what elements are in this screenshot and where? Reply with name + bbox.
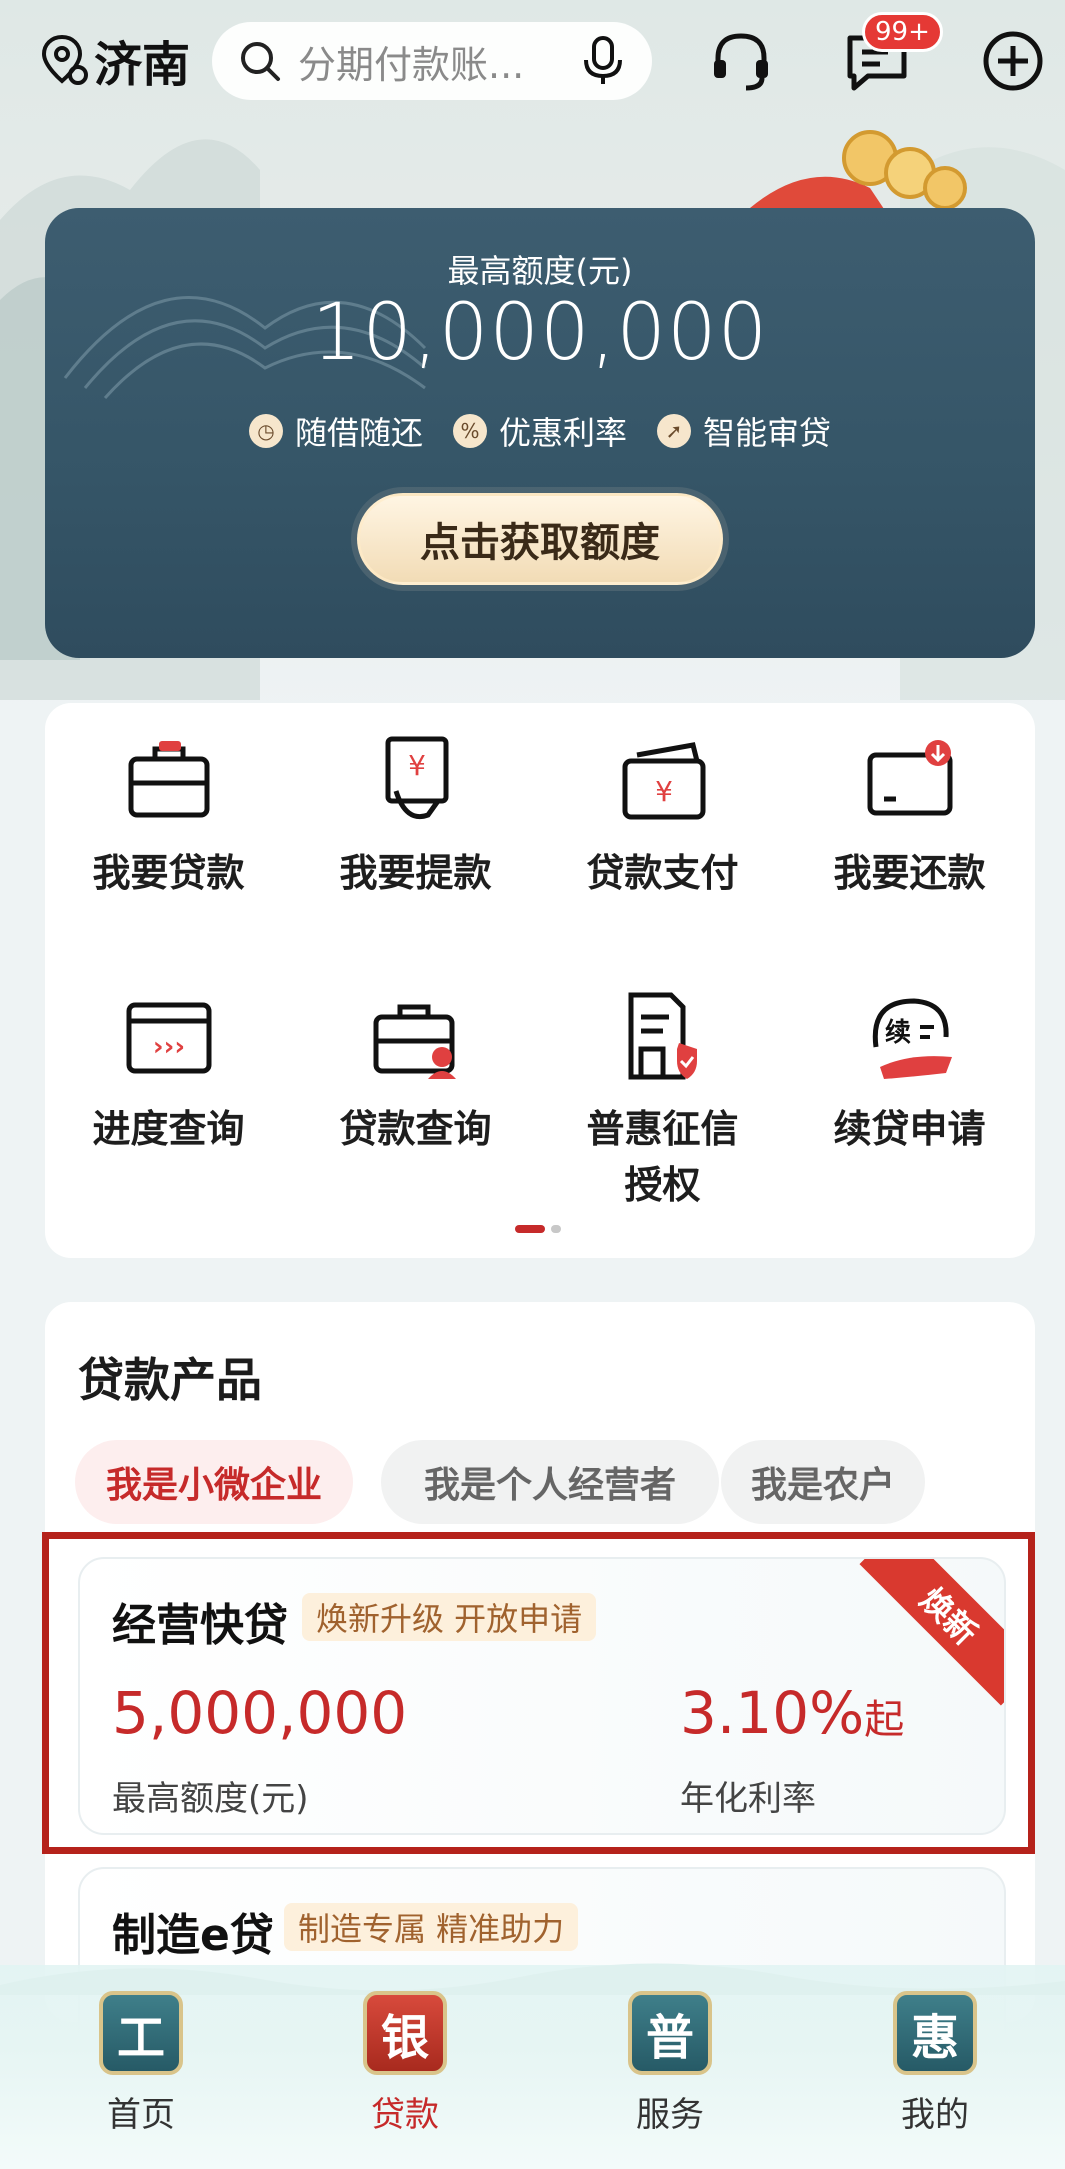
search-bar[interactable]: 分期付款账...	[212, 22, 652, 100]
customer-service-icon[interactable]	[706, 26, 776, 96]
menu-item-loan-payment[interactable]: ¥ 贷款支付	[539, 731, 786, 901]
chip-small-business[interactable]: 我是小微企业	[75, 1440, 353, 1524]
rate-label: 年化利率	[680, 1779, 816, 1819]
menu-item-label: 贷款支付	[586, 851, 739, 895]
rate-suffix: 起	[864, 1697, 905, 1743]
menu-item-label-line2: 授权	[624, 1163, 701, 1207]
pager-dot-active	[515, 1225, 545, 1233]
feature-text: 智能审贷	[703, 414, 832, 452]
message-badge: 99+	[862, 12, 943, 52]
menu-item-progress[interactable]: ››› 进度查询	[45, 987, 292, 1157]
menu-item-apply-loan[interactable]: 我要贷款	[45, 731, 292, 901]
location-pin-icon	[41, 34, 88, 85]
amount-label: 最高额度(元)	[112, 1779, 309, 1819]
loan-tab-icon: 银	[363, 1991, 447, 2075]
product-card[interactable]: 经营快贷 焕新升级 开放申请 焕新 5,000,000 3.10%起 最高额度(…	[78, 1557, 1006, 1835]
product-max-amount: 5,000,000	[112, 1679, 408, 1747]
city-name: 济南	[94, 37, 191, 93]
feature-item: ◷ 随借随还	[248, 408, 423, 454]
service-tab-icon: 普	[628, 1991, 712, 2075]
briefcase-icon	[128, 741, 209, 818]
withdraw-icon: ¥	[385, 736, 448, 819]
menu-item-renew[interactable]: 续 续贷申请	[786, 987, 1033, 1157]
product-name: 经营快贷	[112, 1600, 288, 1651]
svg-text:¥: ¥	[655, 775, 673, 808]
menu-pager	[515, 1225, 561, 1233]
max-limit-amount: 10,000,000	[311, 288, 769, 378]
menu-item-credit-auth[interactable]: 普惠征信 授权	[539, 987, 786, 1213]
add-icon[interactable]	[978, 26, 1048, 96]
progress-icon: ›››	[126, 1002, 211, 1074]
tab-label: 首页	[107, 2095, 175, 2135]
tab-home[interactable]: 工 首页	[86, 1991, 196, 2136]
menu-item-loan-query[interactable]: 贷款查询	[292, 987, 539, 1157]
menu-item-label: 进度查询	[92, 1107, 245, 1151]
max-limit-label: 最高额度(元)	[447, 252, 633, 290]
wallet-icon: ¥	[622, 742, 705, 820]
menu-item-label: 我要贷款	[92, 851, 245, 895]
bottom-tab-bar: 工 首页 银 贷款 普 服务 惠 我的	[0, 1963, 1065, 2169]
quick-menu: 我要贷款 ¥ 我要提款 ¥ 贷款支付 我要还款 ››› 进度查询 贷款查询 普惠…	[45, 703, 1035, 1258]
tab-label: 服务	[636, 2095, 704, 2135]
menu-item-repay[interactable]: 我要还款	[786, 731, 1033, 901]
menu-item-label: 续贷申请	[833, 1107, 986, 1151]
search-placeholder: 分期付款账...	[298, 42, 525, 87]
location-selector[interactable]: 济南	[38, 30, 190, 93]
menu-item-withdraw[interactable]: ¥ 我要提款	[292, 731, 539, 901]
feature-item: % 优惠利率	[452, 408, 627, 454]
loan-products-section: 贷款产品 我是小微企业 我是个人经营者 我是农户 经营快贷 焕新升级 开放申请 …	[45, 1302, 1035, 2067]
feature-item: ➚ 智能审贷	[657, 408, 831, 454]
pager-dot	[551, 1225, 561, 1233]
tab-label: 我的	[901, 2095, 969, 2135]
microphone-icon[interactable]	[576, 34, 630, 88]
menu-item-label: 普惠征信 授权	[539, 1101, 786, 1213]
product-name: 制造e贷	[112, 1910, 274, 1961]
chip-farmer[interactable]: 我是农户	[721, 1440, 925, 1524]
svg-text:›››: ›››	[152, 1032, 184, 1062]
feature-list: ◷ 随借随还 % 优惠利率 ➚ 智能审贷	[45, 408, 1035, 454]
chip-individual-operator[interactable]: 我是个人经营者	[381, 1440, 719, 1524]
renew-icon: 续	[872, 998, 952, 1079]
get-limit-button[interactable]: 点击获取额度	[357, 493, 723, 585]
rocket-icon: ➚	[657, 414, 691, 448]
tab-service[interactable]: 普 服务	[615, 1991, 725, 2136]
credit-auth-icon	[628, 992, 697, 1080]
feature-text: 优惠利率	[498, 414, 627, 452]
svg-text:¥: ¥	[408, 749, 426, 782]
product-tag: 焕新升级 开放申请	[302, 1593, 597, 1641]
menu-item-label: 我要还款	[833, 851, 986, 895]
tab-loan[interactable]: 银 贷款	[350, 1991, 460, 2136]
clock-icon: ◷	[248, 414, 283, 448]
loan-query-icon	[373, 1004, 456, 1079]
credit-limit-banner: 最高额度(元) 10,000,000 ◷ 随借随还 % 优惠利率 ➚ 智能审贷 …	[45, 208, 1035, 658]
feature-text: 随借随还	[294, 414, 423, 452]
section-title: 贷款产品	[78, 1353, 262, 1407]
mine-tab-icon: 惠	[893, 1991, 977, 2075]
top-bar: 济南 分期付款账... 99+	[0, 0, 1065, 125]
percent-icon: %	[452, 414, 487, 448]
home-tab-icon: 工	[99, 1991, 183, 2075]
rate-value: 3.10%	[680, 1679, 865, 1747]
menu-item-label: 我要提款	[339, 851, 492, 895]
search-icon	[241, 42, 280, 81]
product-rate: 3.10%起	[680, 1679, 904, 1747]
product-tag: 制造专属 精准助力	[284, 1903, 579, 1951]
wave-decoration	[0, 1963, 1065, 1995]
repay-card-icon	[867, 740, 952, 816]
menu-item-label-line1: 普惠征信	[586, 1107, 739, 1151]
tab-label: 贷款	[371, 2095, 439, 2135]
tab-mine[interactable]: 惠 我的	[880, 1991, 990, 2136]
menu-item-label: 贷款查询	[339, 1107, 492, 1151]
svg-text:续: 续	[884, 1017, 910, 1048]
